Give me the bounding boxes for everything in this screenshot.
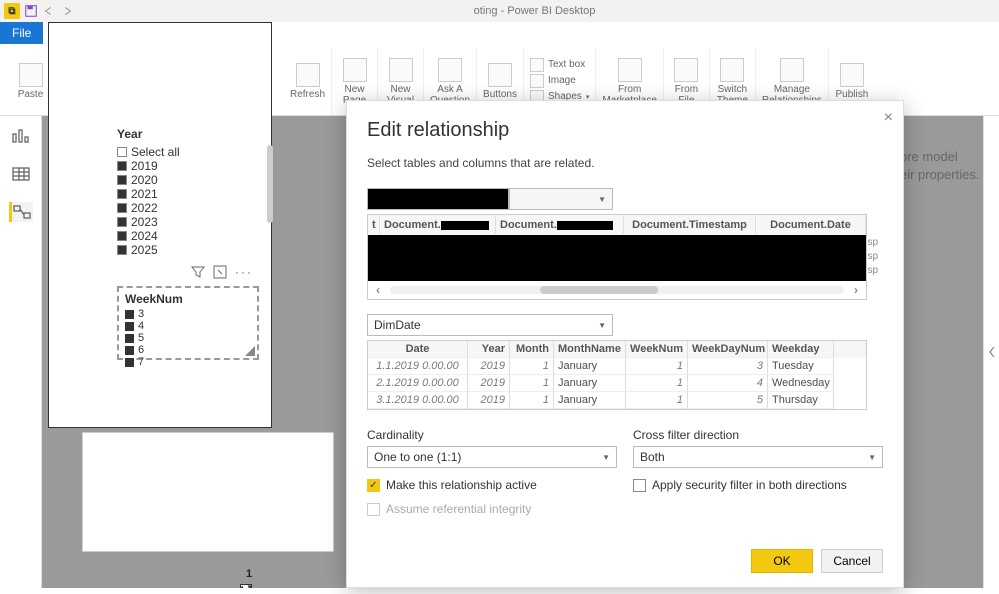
table1-hscroll[interactable]: ‹ ›	[368, 281, 866, 299]
weeknum-item[interactable]: 6	[125, 344, 251, 356]
file-tab[interactable]: File	[0, 22, 43, 44]
dialog-title: Edit relationship	[367, 119, 883, 142]
crossfilter-label: Cross filter direction	[633, 428, 883, 442]
col-date2: Date	[368, 341, 468, 358]
col-year: Year	[468, 341, 510, 358]
dialog-subtitle: Select tables and columns that are relat…	[367, 156, 883, 170]
table1-body-redacted: sp sp sp	[368, 235, 866, 281]
weeknum-header: WeekNum	[125, 292, 251, 306]
year-item[interactable]: 2021	[117, 187, 259, 201]
weeknum-item[interactable]: 5	[125, 332, 251, 344]
undo-icon[interactable]	[42, 4, 56, 18]
table1-selector-row: ▼	[367, 188, 883, 210]
window-title: oting - Power BI Desktop	[74, 5, 995, 17]
model-view-icon[interactable]	[9, 202, 33, 222]
weeknum-item[interactable]: 7	[125, 356, 251, 368]
cardinality-one-top: 1	[246, 568, 252, 580]
app-icon: ⧉	[4, 3, 20, 19]
slicer-toolbar: ···	[117, 265, 253, 282]
filter-icon[interactable]	[191, 265, 205, 282]
view-switcher	[0, 116, 42, 588]
more-options-icon[interactable]: ···	[235, 265, 253, 282]
save-icon[interactable]	[24, 4, 38, 18]
cardinality-dropdown[interactable]: One to one (1:1)▼	[367, 446, 617, 468]
scroll-left-icon[interactable]: ‹	[376, 283, 380, 297]
col-weekdaynum: WeekDayNum	[688, 341, 768, 358]
collapsed-fields-pane[interactable]	[983, 116, 999, 588]
col-header: Document.	[496, 216, 624, 234]
table-card-peek	[82, 432, 334, 552]
title-bar: ⧉ oting - Power BI Desktop	[0, 0, 999, 22]
table1-preview: t Document. Document. Document.Timestamp…	[367, 214, 867, 300]
chk-security[interactable]: Apply security filter in both directions	[633, 478, 883, 492]
table2-preview: Date Year Month MonthName WeekNum WeekDa…	[367, 340, 867, 410]
year-slicer-list[interactable]: Select all 2019 2020 2021 2022 2023 2024…	[117, 145, 259, 257]
year-select-all[interactable]: Select all	[117, 145, 259, 159]
cancel-button[interactable]: Cancel	[821, 549, 883, 573]
focus-mode-icon[interactable]	[213, 265, 227, 282]
weeknum-item[interactable]: 3	[125, 308, 251, 320]
image-button[interactable]: Image	[530, 74, 576, 88]
col-date: Document.Date	[756, 216, 866, 234]
year-item[interactable]: 2023	[117, 215, 259, 229]
cardinality-label: Cardinality	[367, 428, 617, 442]
refresh-button[interactable]: Refresh	[284, 48, 332, 115]
col-monthname: MonthName	[554, 341, 626, 358]
textbox-button[interactable]: Text box	[530, 58, 585, 72]
year-scroll-thumb[interactable]	[267, 145, 273, 223]
resize-handle-icon[interactable]	[245, 346, 255, 356]
crossfilter-dropdown[interactable]: Both▼	[633, 446, 883, 468]
report-view-icon[interactable]	[9, 126, 33, 146]
table1-dropdown-caret[interactable]: ▼	[509, 188, 613, 210]
quick-access-toolbar	[24, 4, 74, 18]
data-view-icon[interactable]	[9, 164, 33, 184]
col-weeknum: WeekNum	[626, 341, 688, 358]
year-item[interactable]: 2025	[117, 243, 259, 257]
chk-active[interactable]: ✓Make this relationship active	[367, 478, 617, 492]
table-row[interactable]: 2.1.2019 0.00.00 2019 1 January 1 4 Wedn…	[368, 375, 866, 392]
scroll-thumb[interactable]	[540, 286, 658, 294]
model-hint-text: ore model eir properties.	[900, 148, 990, 184]
col-weekday: Weekday	[768, 341, 834, 358]
year-item[interactable]: 2019	[117, 159, 259, 173]
year-slicer-header: Year	[117, 127, 259, 141]
chk-referential: Assume referential integrity	[367, 502, 617, 516]
table-row[interactable]: 1.1.2019 0.00.00 2019 1 January 1 3 Tues…	[368, 358, 866, 375]
col-timestamp: Document.Timestamp	[624, 216, 756, 234]
redo-icon[interactable]	[60, 4, 74, 18]
year-item[interactable]: 2024	[117, 229, 259, 243]
col-header: Document.	[380, 216, 496, 234]
weeknum-slicer[interactable]: WeekNum 3 4 5 6 7	[117, 286, 259, 360]
col-stub: t	[368, 216, 380, 234]
table-row[interactable]: 3.1.2019 0.00.00 2019 1 January 1 5 Thur…	[368, 392, 866, 409]
filter-floating-panel: Year Select all 2019 2020 2021 2022 2023…	[48, 22, 272, 428]
year-item[interactable]: 2022	[117, 201, 259, 215]
edit-relationship-dialog: × Edit relationship Select tables and co…	[346, 100, 904, 588]
close-icon[interactable]: ×	[884, 109, 893, 127]
table1-dropdown[interactable]	[367, 188, 509, 210]
col-month: Month	[510, 341, 554, 358]
weeknum-item[interactable]: 4	[125, 320, 251, 332]
filter-direction-icon: ▲▼	[240, 584, 252, 588]
scroll-right-icon[interactable]: ›	[854, 283, 858, 297]
year-item[interactable]: 2020	[117, 173, 259, 187]
table2-dropdown[interactable]: DimDate▼	[367, 314, 613, 336]
ok-button[interactable]: OK	[751, 549, 813, 573]
